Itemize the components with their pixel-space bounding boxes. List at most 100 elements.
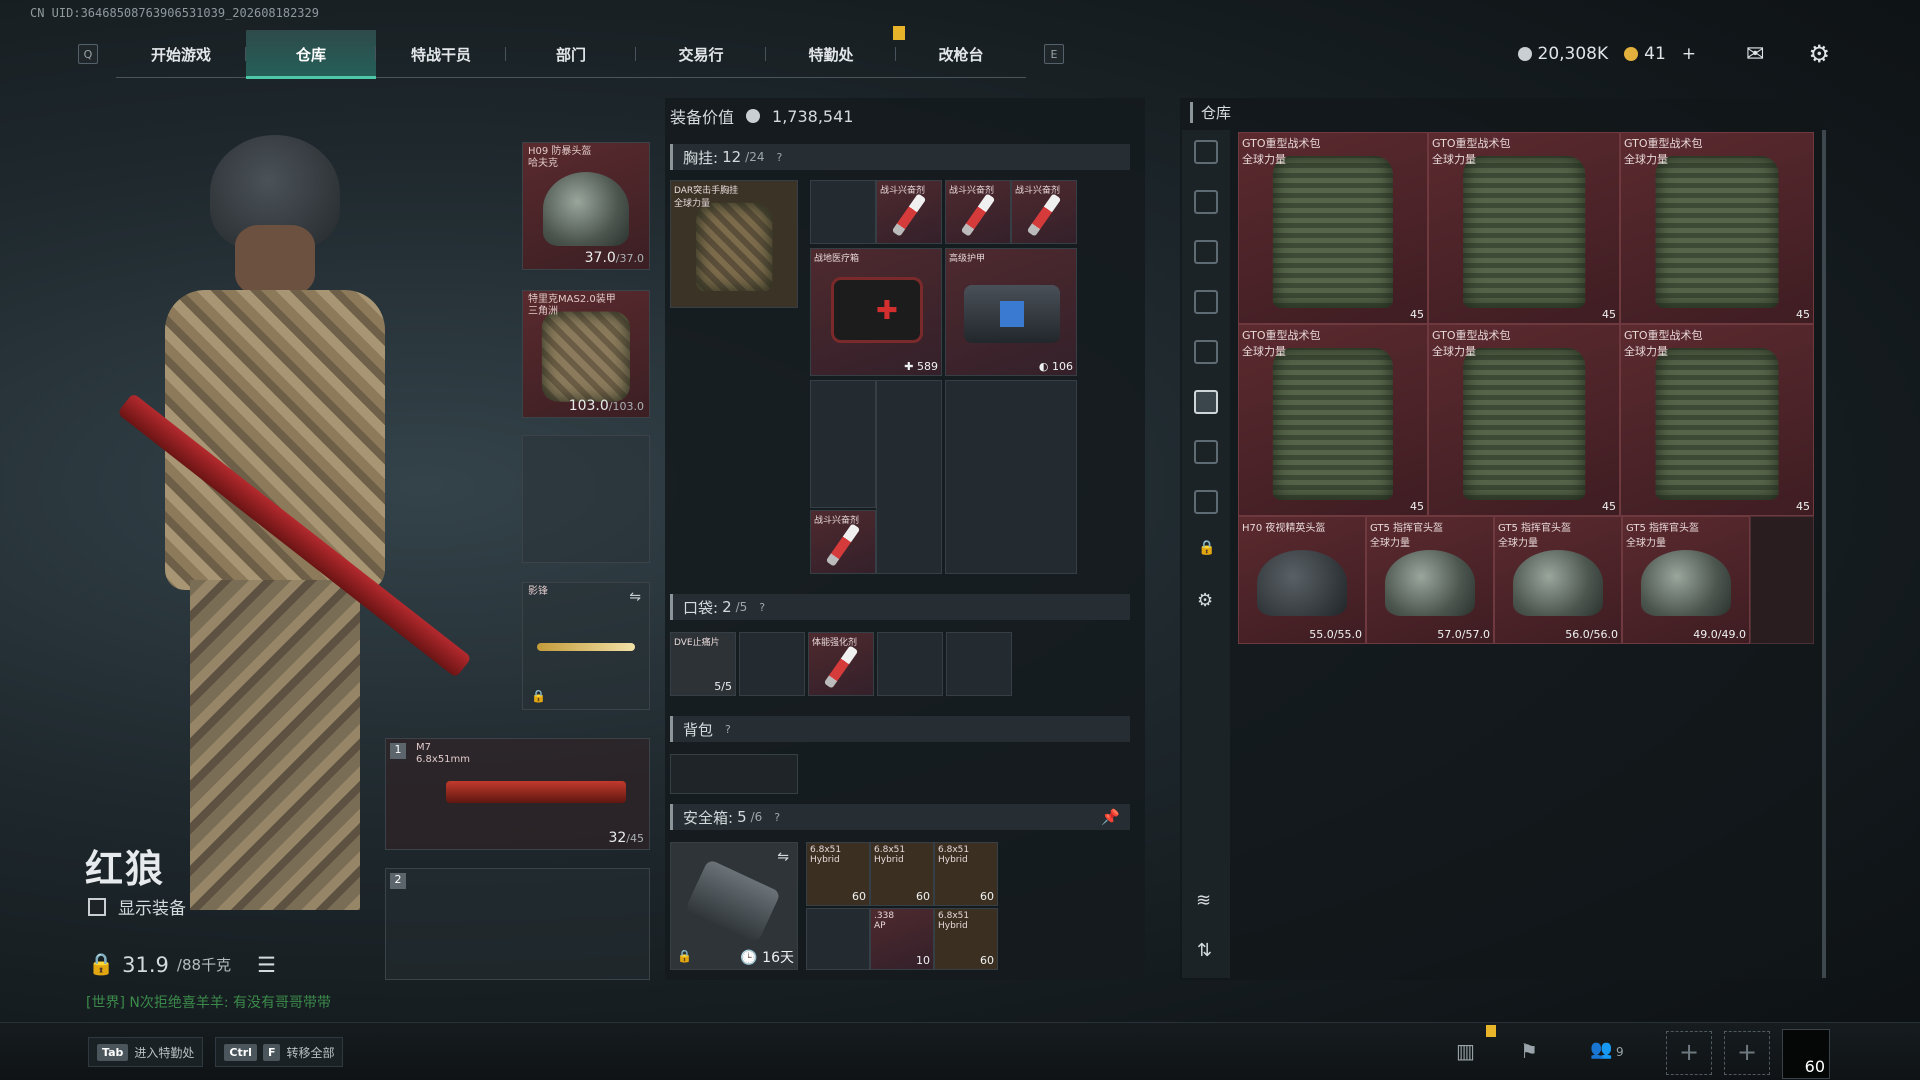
melee-slot[interactable]: 影锋 ⇋ 🔒: [522, 582, 650, 710]
add-teammate-button[interactable]: +: [1724, 1031, 1770, 1075]
tab-gunsmith[interactable]: 改枪台: [896, 30, 1026, 78]
tab-department[interactable]: 部门: [506, 30, 636, 78]
storage-tab-icon[interactable]: [1194, 190, 1218, 214]
storage-tab-icon[interactable]: [1194, 440, 1218, 464]
tab-operators[interactable]: 特战干员: [376, 30, 506, 78]
secondary-weapon-slot[interactable]: 2: [385, 868, 650, 980]
chest-item-medkit[interactable]: 战地医疗箱 ✚ ✚ 589: [810, 248, 942, 376]
swap-icon[interactable]: ⇋: [777, 849, 789, 865]
warehouse-cell-empty[interactable]: [1750, 516, 1814, 644]
enter-special-ops-shortcut[interactable]: Tab 进入特勤处: [88, 1037, 204, 1067]
equipment-value: 装备价值 1,738,541: [670, 106, 854, 128]
tab-bar: 开始游戏 仓库 特战干员 部门 交易行 特勤处 改枪台: [116, 30, 1026, 79]
warehouse-item-backpack[interactable]: GTO重型战术包 全球力量 45: [1620, 132, 1814, 324]
add-teammate-button[interactable]: +: [1666, 1031, 1712, 1075]
storage-tab-icon[interactable]: [1194, 340, 1218, 364]
safebox-item-ammo[interactable]: 6.8x51 Hybrid 60: [934, 908, 998, 970]
settings-gear-icon[interactable]: ⚙: [1197, 590, 1213, 611]
warehouse-item-backpack[interactable]: GTO重型战术包 全球力量 45: [1238, 324, 1428, 516]
tab-trade[interactable]: 交易行: [636, 30, 766, 78]
backpack-slot[interactable]: [670, 754, 798, 794]
warehouse-item-backpack[interactable]: GTO重型战术包 全球力量 45: [1428, 324, 1620, 516]
storage-tab-icon[interactable]: [1194, 240, 1218, 264]
primary-weapon-slot[interactable]: 1 M7 6.8x51mm 32/45: [385, 738, 650, 850]
helmet-slot[interactable]: H09 防暴头盔 哈夫克 37.0/37.0: [522, 142, 650, 270]
pocket-item-painkiller[interactable]: DVE止痛片 5/5: [670, 632, 736, 696]
storage-tab-active-icon[interactable]: [1194, 390, 1218, 414]
operator-torso: [165, 290, 385, 590]
carry-weight: 🔒 31.9/88千克 ☰: [88, 952, 276, 977]
safebox-item-ammo[interactable]: 6.8x51 Hybrid 60: [806, 842, 870, 906]
chest-rig-image: [696, 202, 772, 291]
lock-icon: 🔒: [531, 689, 546, 703]
chest-item-stim[interactable]: 战斗兴奋剂: [945, 180, 1011, 244]
top-nav: Q 开始游戏 仓库 特战干员 部门 交易行 特勤处 改枪台 E: [78, 30, 1064, 79]
warehouse-tabs: 🔒 ⚙ ≋ ⇅: [1182, 130, 1230, 978]
armor-name: 特里克MAS2.0装甲 三角洲: [528, 294, 616, 317]
pocket-cell-empty[interactable]: [946, 632, 1012, 696]
add-currency-button[interactable]: +: [1682, 44, 1696, 64]
slot-number: 2: [390, 873, 406, 889]
list-icon[interactable]: ☰: [257, 953, 276, 977]
warehouse-item-helmet[interactable]: GT5 指挥官头盔 全球力量 57.0/57.0: [1366, 516, 1494, 644]
gold-coin-icon: [1624, 47, 1639, 61]
warehouse-item-backpack[interactable]: GTO重型战术包 全球力量 45: [1428, 132, 1620, 324]
chest-rig-slot[interactable]: DAR突击手胸挂 全球力量: [670, 180, 798, 308]
swap-icon[interactable]: ⇋: [629, 589, 641, 605]
chest-rig-header: 胸挂: 12/24?: [670, 144, 1130, 170]
pin-icon[interactable]: 📌: [1101, 808, 1120, 826]
pocket-cell-empty[interactable]: [877, 632, 943, 696]
warehouse-item-helmet[interactable]: GT5 指挥官头盔 全球力量 56.0/56.0: [1494, 516, 1622, 644]
chest-item-stim[interactable]: 战斗兴奋剂: [810, 510, 876, 574]
sidearm-slot[interactable]: [522, 435, 650, 563]
next-tab-key[interactable]: E: [1044, 44, 1064, 64]
helmet-icon: [1513, 549, 1603, 616]
warehouse-item-helmet[interactable]: H70 夜视精英头盔 55.0/55.0: [1238, 516, 1366, 644]
warehouse-item-backpack[interactable]: GTO重型战术包 全球力量 45: [1620, 324, 1814, 516]
pocket-item-stamina[interactable]: 体能强化剂: [808, 632, 874, 696]
warehouse-scrollbar[interactable]: [1822, 130, 1826, 978]
safebox-icon: [684, 858, 782, 944]
stats-chart-icon[interactable]: ▥: [1456, 1039, 1475, 1063]
chest-cell-empty[interactable]: [945, 380, 1077, 574]
safebox-timer: 🕒 16天: [740, 950, 794, 966]
storage-tab-icon[interactable]: [1194, 290, 1218, 314]
safebox-item-ammo[interactable]: 6.8x51 Hybrid 60: [870, 842, 934, 906]
safebox-item-ammo[interactable]: .338 AP 10: [870, 908, 934, 970]
mail-icon[interactable]: ✉: [1746, 42, 1764, 67]
world-chat-line[interactable]: [世界] N次拒绝喜羊羊: 有没有哥哥带带: [86, 992, 331, 1012]
chest-cell-empty[interactable]: [810, 180, 876, 244]
sort-icon[interactable]: ⇅: [1197, 940, 1212, 961]
flag-icon[interactable]: ⚑: [1520, 1039, 1538, 1063]
player-avatar[interactable]: 60: [1782, 1029, 1830, 1079]
transfer-all-shortcut[interactable]: Ctrl F 转移全部: [215, 1037, 344, 1067]
chest-item-stim[interactable]: 战斗兴奋剂: [1011, 180, 1077, 244]
alert-badge-icon: [1486, 1025, 1496, 1037]
warehouse-item-backpack[interactable]: GTO重型战术包 全球力量 45: [1238, 132, 1428, 324]
settings-gear-icon[interactable]: ⚙: [1808, 40, 1830, 68]
helmet-filter-icon[interactable]: [1194, 140, 1218, 164]
safebox-cell-empty[interactable]: [806, 908, 870, 970]
chest-cell-empty[interactable]: [810, 380, 876, 508]
show-equipment-checkbox[interactable]: [88, 897, 106, 916]
tab-special-ops[interactable]: 特勤处: [766, 30, 896, 78]
shortcut-hints: Tab 进入特勤处 Ctrl F 转移全部: [88, 1037, 344, 1067]
tab-start-game[interactable]: 开始游戏: [116, 30, 246, 78]
armor-slot[interactable]: 特里克MAS2.0装甲 三角洲 103.0/103.0: [522, 290, 650, 418]
helmet-icon: [1641, 549, 1731, 616]
chest-item-armor-repair[interactable]: 高级护甲 ◐ 106: [945, 248, 1077, 376]
pocket-cell-empty[interactable]: [739, 632, 805, 696]
pocket-header: 口袋: 2/5?: [670, 594, 1130, 620]
lock-icon[interactable]: 🔒: [1198, 540, 1215, 556]
safebox-slot[interactable]: ⇋ 🔒 🕒 16天: [670, 842, 798, 970]
layers-icon[interactable]: ≋: [1196, 890, 1211, 911]
storage-tab-icon[interactable]: [1194, 490, 1218, 514]
tab-warehouse[interactable]: 仓库: [246, 30, 376, 79]
warehouse-item-helmet[interactable]: GT5 指挥官头盔 全球力量 49.0/49.0: [1622, 516, 1750, 644]
show-equipment-toggle[interactable]: 显示装备: [88, 894, 186, 919]
chest-item-stim[interactable]: 战斗兴奋剂: [876, 180, 942, 244]
safebox-item-ammo[interactable]: 6.8x51 Hybrid 60: [934, 842, 998, 906]
chest-cell-empty[interactable]: [876, 380, 942, 574]
friends-icon[interactable]: 👥: [1590, 1039, 1612, 1060]
prev-tab-key[interactable]: Q: [78, 44, 98, 64]
